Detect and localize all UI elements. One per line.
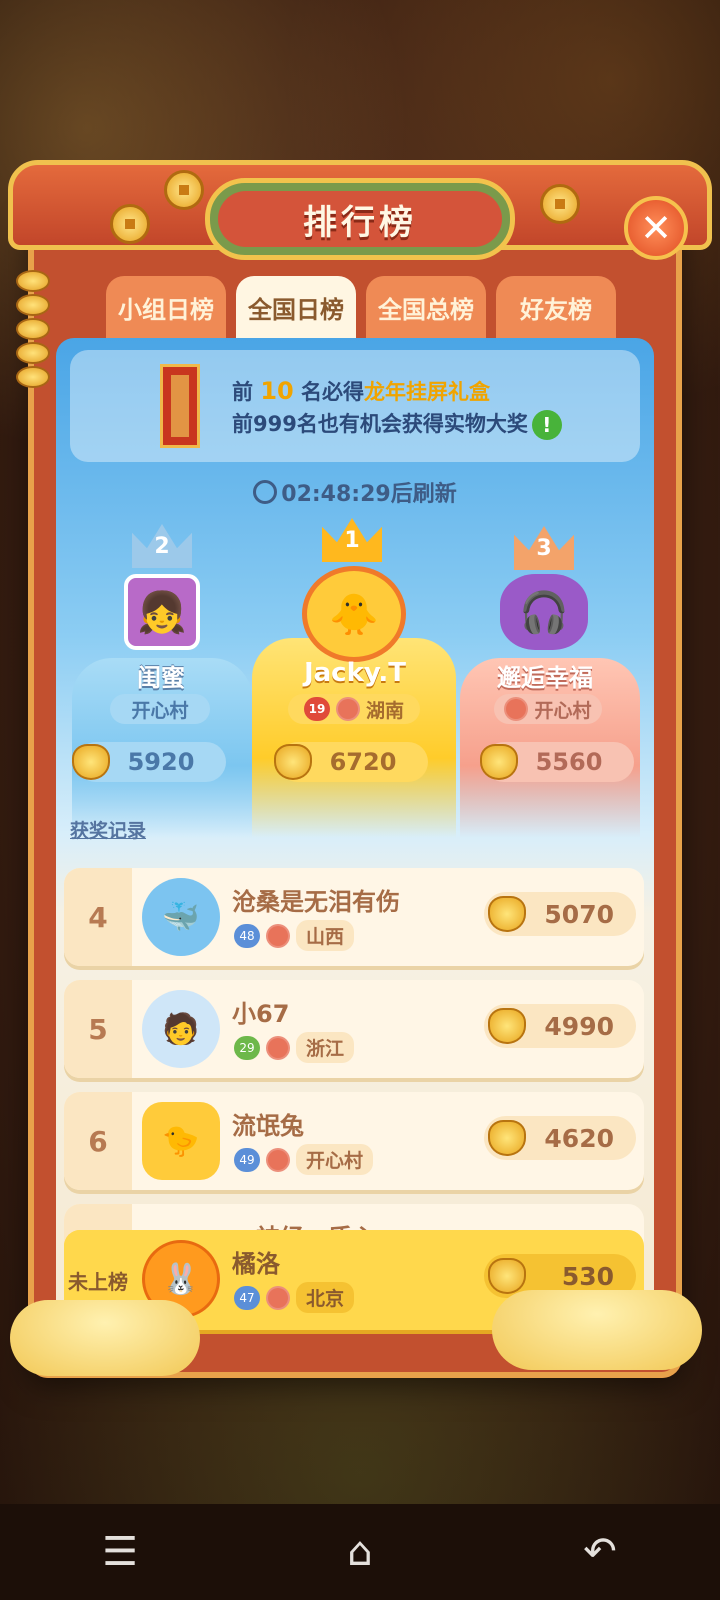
guardian-icon bbox=[335, 697, 360, 721]
back-icon: ↶ bbox=[583, 1529, 617, 1575]
lucky-bag-icon bbox=[480, 744, 518, 780]
lucky-bag-icon bbox=[274, 744, 312, 780]
avatar-rank-2[interactable]: 👧 bbox=[124, 574, 200, 650]
guardian-icon bbox=[266, 923, 290, 948]
player-tags: 48 山西 bbox=[234, 920, 355, 951]
player-name: 沧桑是无泪有伤 bbox=[232, 888, 400, 916]
level-badge: 49 bbox=[234, 1147, 260, 1172]
page-title: 排行榜 bbox=[218, 191, 502, 247]
lucky-bag-icon bbox=[488, 896, 526, 932]
podium-region-2-text: 开心村 bbox=[131, 699, 189, 722]
podium-region-1-text: 湖南 bbox=[365, 699, 404, 722]
refresh-timer-text: 02:48:29后刷新 bbox=[281, 482, 457, 507]
player-name: 流氓兔 bbox=[232, 1112, 304, 1140]
avatar: 🐳 bbox=[142, 878, 220, 956]
tab-group-daily[interactable]: 小组日榜 bbox=[106, 276, 226, 338]
crown-rank-3-icon: 3 bbox=[514, 526, 574, 570]
rank-number: 4 bbox=[64, 868, 132, 966]
podium-name-1: Jacky.T bbox=[303, 658, 407, 688]
tab-bar: 小组日榜 全国日榜 全国总榜 好友榜 bbox=[106, 276, 616, 338]
crown-rank-1-icon: 1 bbox=[322, 518, 382, 562]
menu-button[interactable]: ☰ bbox=[80, 1522, 160, 1582]
reward-notice bbox=[70, 350, 640, 462]
avatar: 🐤 bbox=[142, 1102, 220, 1180]
my-name: 橘洛 bbox=[232, 1250, 280, 1278]
menu-icon: ☰ bbox=[102, 1529, 138, 1575]
close-icon: ✕ bbox=[640, 206, 672, 250]
level-badge: 47 bbox=[234, 1285, 260, 1310]
region-label: 浙江 bbox=[296, 1032, 355, 1063]
avatar: 🧑 bbox=[142, 990, 220, 1068]
refresh-timer: 02:48:29后刷新 bbox=[56, 476, 654, 508]
ranking-row-4[interactable]: 4 🐳 沧桑是无泪有伤 48 山西 5070 bbox=[64, 868, 644, 966]
home-icon: ⌂ bbox=[347, 1529, 373, 1575]
coin-decoration-icon bbox=[164, 170, 204, 210]
notice-line-2-text: 前999名也有机会获得实物大奖 bbox=[232, 412, 528, 436]
player-tags: 49 开心村 bbox=[234, 1144, 374, 1175]
guardian-icon bbox=[266, 1285, 290, 1310]
region-label: 山西 bbox=[296, 920, 355, 951]
podium-name-2: 闺蜜 bbox=[137, 664, 185, 692]
tab-friends[interactable]: 好友榜 bbox=[496, 276, 616, 338]
couplet-scroll-icon bbox=[160, 364, 200, 448]
home-button[interactable]: ⌂ bbox=[320, 1522, 400, 1582]
notice-top-count: 10 bbox=[260, 377, 294, 405]
level-badge: 29 bbox=[234, 1035, 260, 1060]
player-name: 小67 bbox=[232, 1000, 290, 1028]
lucky-bag-icon bbox=[488, 1258, 526, 1294]
ranking-row-5[interactable]: 5 🧑 小67 29 浙江 4990 bbox=[64, 980, 644, 1078]
guardian-icon bbox=[266, 1147, 290, 1172]
level-badge: 48 bbox=[234, 923, 260, 948]
lucky-bag-icon bbox=[488, 1120, 526, 1156]
notice-gift: 龙年挂屏礼盒 bbox=[364, 380, 491, 404]
notice-prefix: 前 bbox=[232, 380, 261, 404]
podium-score-2-text: 5920 bbox=[127, 748, 195, 776]
close-button[interactable]: ✕ bbox=[624, 196, 688, 260]
notice-line-2: 前999名也有机会获得实物大奖! bbox=[232, 408, 562, 440]
cloud-decoration bbox=[10, 1300, 200, 1376]
lucky-bag-icon bbox=[488, 1008, 526, 1044]
avatar-rank-1[interactable]: 🐥 bbox=[302, 566, 406, 662]
lucky-bag-icon bbox=[72, 744, 110, 780]
my-tags: 47 北京 bbox=[234, 1282, 355, 1313]
guardian-icon bbox=[504, 697, 529, 721]
rank-number: 5 bbox=[64, 980, 132, 1078]
ranking-row-6[interactable]: 6 🐤 流氓兔 49 开心村 4620 bbox=[64, 1092, 644, 1190]
cloud-decoration bbox=[492, 1290, 702, 1370]
podium-region-2: 开心村 bbox=[110, 694, 210, 724]
award-history-link[interactable]: 获奖记录 bbox=[70, 816, 146, 843]
tab-national-total[interactable]: 全国总榜 bbox=[366, 276, 486, 338]
podium-name-3: 邂逅幸福 bbox=[497, 664, 593, 692]
level-badge: 19 bbox=[303, 697, 330, 721]
coin-string-decoration-icon bbox=[16, 270, 50, 400]
podium-score-3-text: 5560 bbox=[535, 748, 603, 776]
guardian-icon bbox=[266, 1035, 290, 1060]
region-label: 开心村 bbox=[296, 1144, 374, 1175]
system-navigation-bar: ☰ ⌂ ↶ bbox=[0, 1504, 720, 1600]
title-plate: 排行榜 bbox=[205, 178, 515, 260]
coin-decoration-icon bbox=[540, 184, 580, 224]
podium-region-3-text: 开心村 bbox=[534, 699, 592, 722]
podium-tags-1: 19 湖南 bbox=[288, 694, 420, 724]
podium-score-1-text: 6720 bbox=[329, 748, 397, 776]
info-icon[interactable]: ! bbox=[531, 410, 562, 440]
tab-national-daily[interactable]: 全国日榜 bbox=[236, 276, 356, 338]
notice-mid: 名必得 bbox=[293, 380, 365, 404]
ranking-panel: 前 10 名必得龙年挂屏礼盒 前999名也有机会获得实物大奖! 02:48:29… bbox=[56, 338, 654, 1332]
my-region: 北京 bbox=[296, 1282, 355, 1313]
clock-icon bbox=[253, 480, 278, 504]
rank-number: 6 bbox=[64, 1092, 132, 1190]
podium-tags-3: 开心村 bbox=[494, 694, 602, 724]
avatar-rank-3[interactable]: 🎧 bbox=[500, 574, 588, 650]
coin-decoration-icon bbox=[110, 204, 150, 244]
back-button[interactable]: ↶ bbox=[560, 1522, 640, 1582]
player-tags: 29 浙江 bbox=[234, 1032, 355, 1063]
notice-line-1: 前 10 名必得龙年挂屏礼盒 bbox=[232, 376, 490, 406]
crown-rank-2-icon: 2 bbox=[132, 524, 192, 568]
